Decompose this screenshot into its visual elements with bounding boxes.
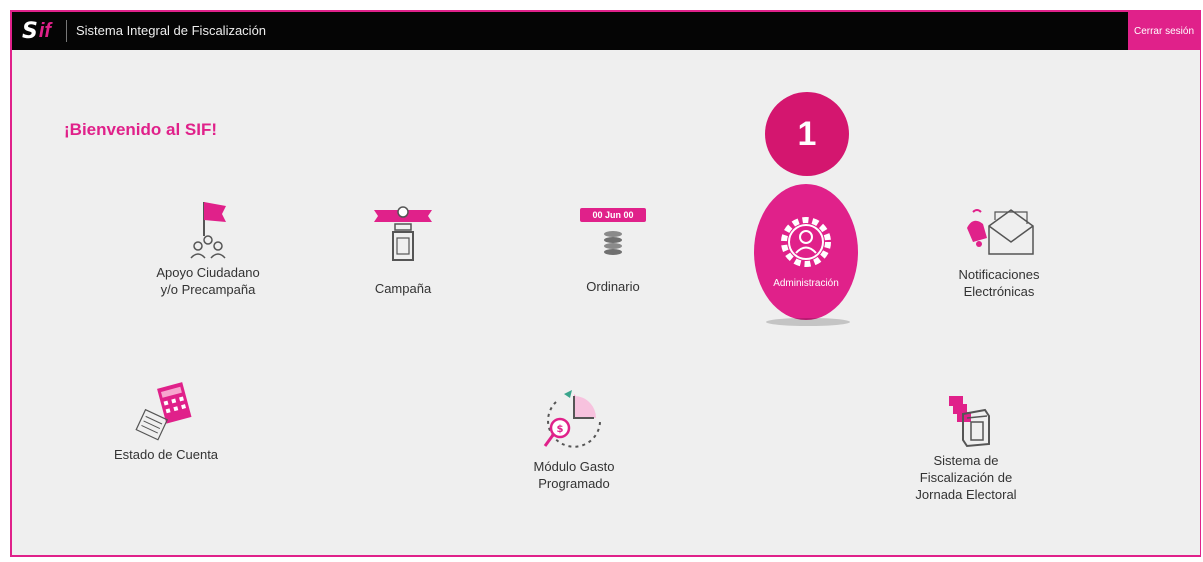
module-estado-cuenta[interactable]: Estado de Cuenta bbox=[106, 380, 226, 463]
calculator-papers-icon bbox=[135, 382, 192, 441]
module-administracion[interactable]: Administración bbox=[754, 184, 858, 326]
gear-user-icon bbox=[781, 217, 831, 267]
svg-text:$: $ bbox=[557, 424, 564, 435]
ballot-box-icon bbox=[949, 396, 990, 448]
calendar-coins-icon: 00 Jun 00 bbox=[578, 204, 648, 270]
module-label: Notificaciones Electrónicas bbox=[958, 267, 1040, 299]
module-label: Administración bbox=[773, 278, 839, 289]
logout-button[interactable]: Cerrar sesión bbox=[1128, 12, 1200, 50]
step-number-badge: 1 bbox=[765, 92, 849, 176]
top-bar: S if Sistema Integral de Fiscalización C… bbox=[12, 12, 1200, 50]
clock-money-icon: $ bbox=[543, 390, 601, 448]
flag-people-icon bbox=[190, 202, 226, 259]
module-notificaciones[interactable]: Notificaciones Electrónicas bbox=[934, 198, 1064, 300]
module-label: Campaña bbox=[374, 281, 432, 296]
module-label: Ordinario bbox=[586, 279, 640, 294]
sif-logo[interactable]: S if bbox=[22, 18, 51, 44]
logo-s: S bbox=[22, 18, 38, 44]
app-title: Sistema Integral de Fiscalización bbox=[76, 23, 267, 38]
module-campana[interactable]: Campaña bbox=[348, 200, 458, 297]
module-apoyo-ciudadano[interactable]: Apoyo Ciudadano y/o Precampaña bbox=[138, 194, 278, 298]
module-label: Apoyo Ciudadano y/o Precampaña bbox=[156, 265, 260, 297]
podium-icon bbox=[374, 206, 432, 261]
module-gasto-programado[interactable]: $ Módulo Gasto Programado bbox=[514, 388, 634, 492]
module-label: Estado de Cuenta bbox=[113, 447, 219, 462]
logo-divider bbox=[66, 20, 67, 42]
module-jornada-electoral[interactable]: Sistema de Fiscalización de Jornada Elec… bbox=[906, 390, 1026, 503]
admin-shadow bbox=[766, 318, 850, 326]
module-label: Sistema de Fiscalización de Jornada Elec… bbox=[915, 453, 1017, 502]
logo-if: if bbox=[38, 19, 52, 42]
welcome-heading: ¡Bienvenido al SIF! bbox=[64, 120, 218, 139]
app-window: S if Sistema Integral de Fiscalización C… bbox=[10, 10, 1201, 557]
envelope-bell-icon bbox=[967, 209, 1034, 255]
module-label: Módulo Gasto Programado bbox=[533, 459, 615, 491]
module-ordinario[interactable]: 00 Jun 00 Ordinario bbox=[558, 204, 668, 295]
